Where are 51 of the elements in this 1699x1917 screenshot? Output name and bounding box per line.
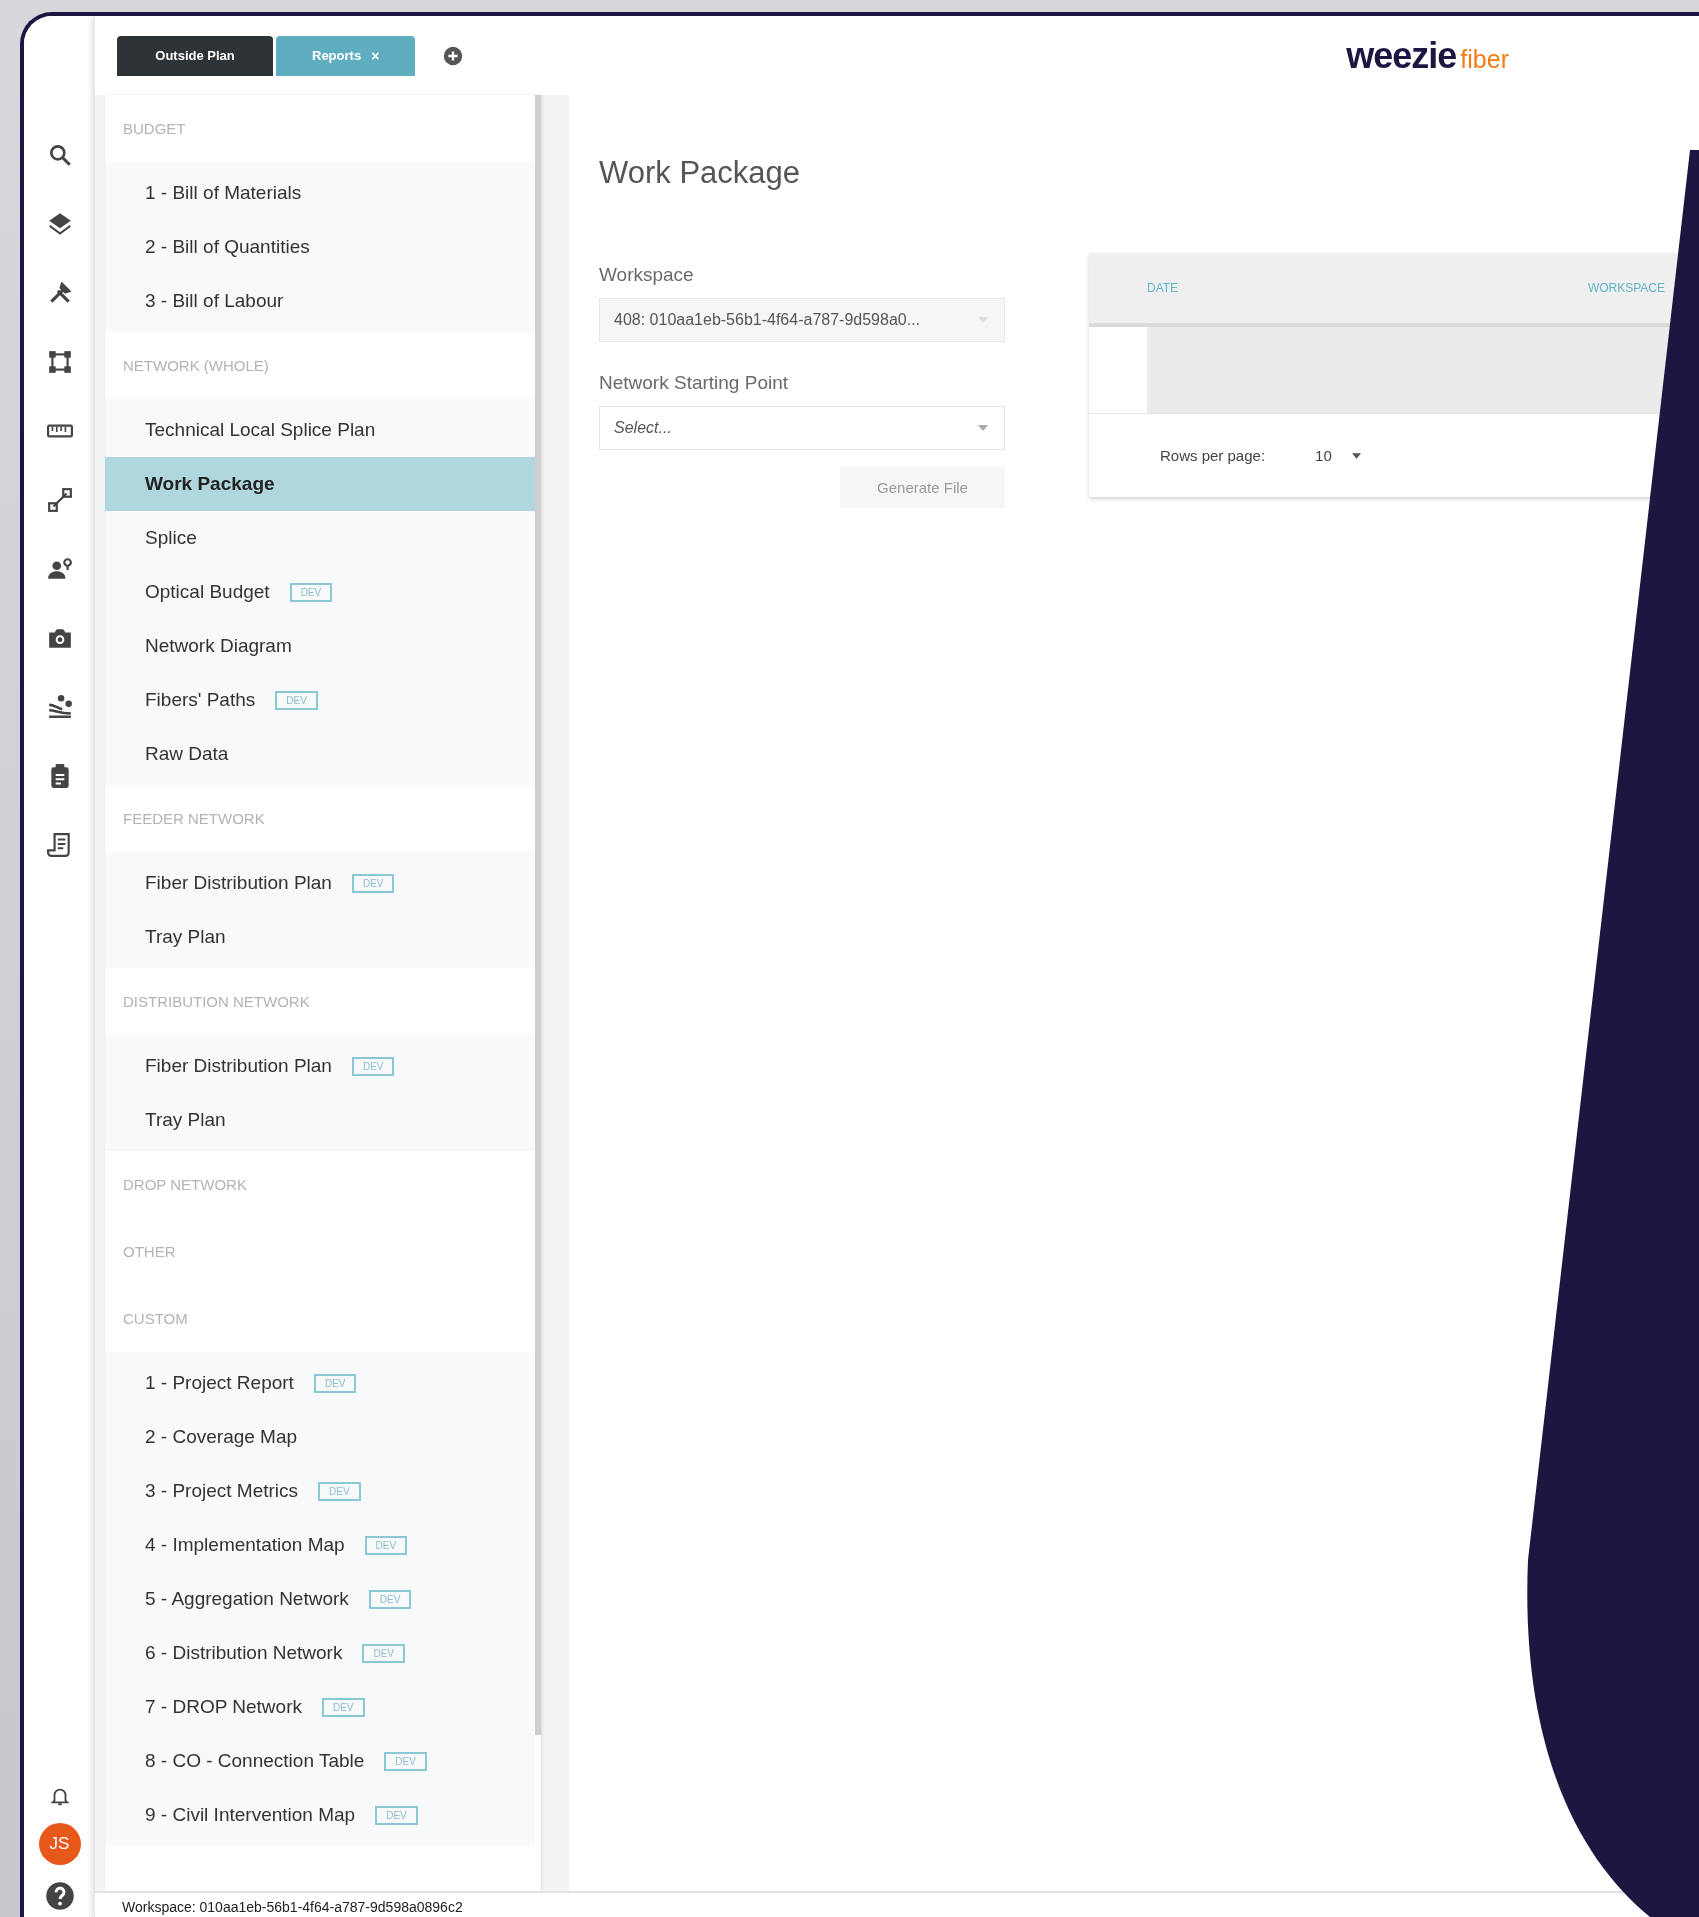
menu-item[interactable]: 4 - Implementation Map DEV bbox=[105, 1518, 535, 1572]
menu-item[interactable]: 3 - Bill of Labour bbox=[105, 274, 535, 328]
menu-item[interactable]: 9 - Civil Intervention Map DEV bbox=[105, 1788, 535, 1842]
person-pin-icon[interactable] bbox=[46, 556, 73, 582]
select-field[interactable]: 408: 010aa1eb-56b1-4f64-a787-9d598a0... bbox=[599, 298, 1005, 342]
line-segment-icon[interactable] bbox=[46, 487, 73, 513]
menu-item[interactable]: 8 - CO - Connection Table DEV bbox=[105, 1734, 535, 1788]
brand-suffix: fiber bbox=[1460, 44, 1509, 74]
menu-item[interactable]: 5 - Aggregation Network DEV bbox=[105, 1572, 535, 1626]
brand-wordmark: weezie bbox=[1346, 34, 1457, 77]
add-tab-icon[interactable] bbox=[442, 44, 465, 67]
section-heading: DISTRIBUTION NETWORK bbox=[122, 992, 311, 1012]
select-field[interactable]: Select... bbox=[599, 406, 1005, 450]
user-avatar[interactable]: JS bbox=[38, 1823, 81, 1865]
menu-item[interactable]: Fiber Distribution Plan DEV bbox=[105, 856, 535, 910]
help-icon[interactable] bbox=[44, 1881, 75, 1911]
menu-item[interactable]: Tray Plan bbox=[105, 910, 535, 964]
menu-item[interactable]: Raw Data bbox=[105, 727, 535, 781]
menu-item[interactable]: 2 - Coverage Map bbox=[105, 1410, 535, 1464]
vector-square-icon[interactable] bbox=[46, 349, 73, 375]
menu-item[interactable]: 1 - Bill of Materials bbox=[105, 166, 535, 220]
dropdown-caret-icon[interactable] bbox=[1351, 452, 1361, 459]
section-heading: BUDGET bbox=[122, 119, 187, 139]
map-layers-icon[interactable] bbox=[46, 694, 73, 720]
section-heading: NETWORK (WHOLE) bbox=[122, 356, 270, 376]
menu-item[interactable]: Fibers' Paths DEV bbox=[105, 673, 535, 727]
menu-item[interactable]: 6 - Distribution Network DEV bbox=[105, 1626, 535, 1680]
menu-item[interactable]: Work Package bbox=[105, 457, 535, 511]
menu-item[interactable]: Optical Budget DEV bbox=[105, 565, 535, 619]
section-heading: DROP NETWORK bbox=[122, 1175, 248, 1195]
section-heading: OTHER bbox=[122, 1242, 177, 1262]
menu-item[interactable]: Splice bbox=[105, 511, 535, 565]
rows-per-page-label: Rows per page: bbox=[1160, 447, 1266, 464]
menu-item[interactable]: Network Diagram bbox=[105, 619, 535, 673]
tab[interactable]: Outside Plan bbox=[117, 35, 273, 76]
menu-item[interactable]: 3 - Project Metrics DEV bbox=[105, 1464, 535, 1518]
section-heading: FEEDER NETWORK bbox=[122, 809, 266, 829]
page-title: Work Package bbox=[599, 155, 801, 191]
rows-per-page-select[interactable]: 10 bbox=[1315, 447, 1361, 464]
menu-item[interactable]: 7 - DROP Network DEV bbox=[105, 1680, 535, 1734]
section-heading: CUSTOM bbox=[122, 1309, 189, 1329]
menu-item[interactable]: Fiber Distribution Plan DEV bbox=[105, 1039, 535, 1093]
menu-item[interactable]: Technical Local Splice Plan bbox=[105, 403, 535, 457]
field-label: Workspace bbox=[599, 264, 695, 286]
menu-item[interactable]: 1 - Project Report DEV bbox=[105, 1356, 535, 1410]
menu-item[interactable]: 2 - Bill of Quantities bbox=[105, 220, 535, 274]
scrollbar[interactable] bbox=[535, 95, 541, 1735]
menu-item[interactable]: Tray Plan bbox=[105, 1093, 535, 1147]
field-label: Network Starting Point bbox=[599, 372, 790, 394]
layers-icon[interactable] bbox=[46, 211, 73, 237]
document-scroll-icon[interactable] bbox=[46, 832, 73, 858]
